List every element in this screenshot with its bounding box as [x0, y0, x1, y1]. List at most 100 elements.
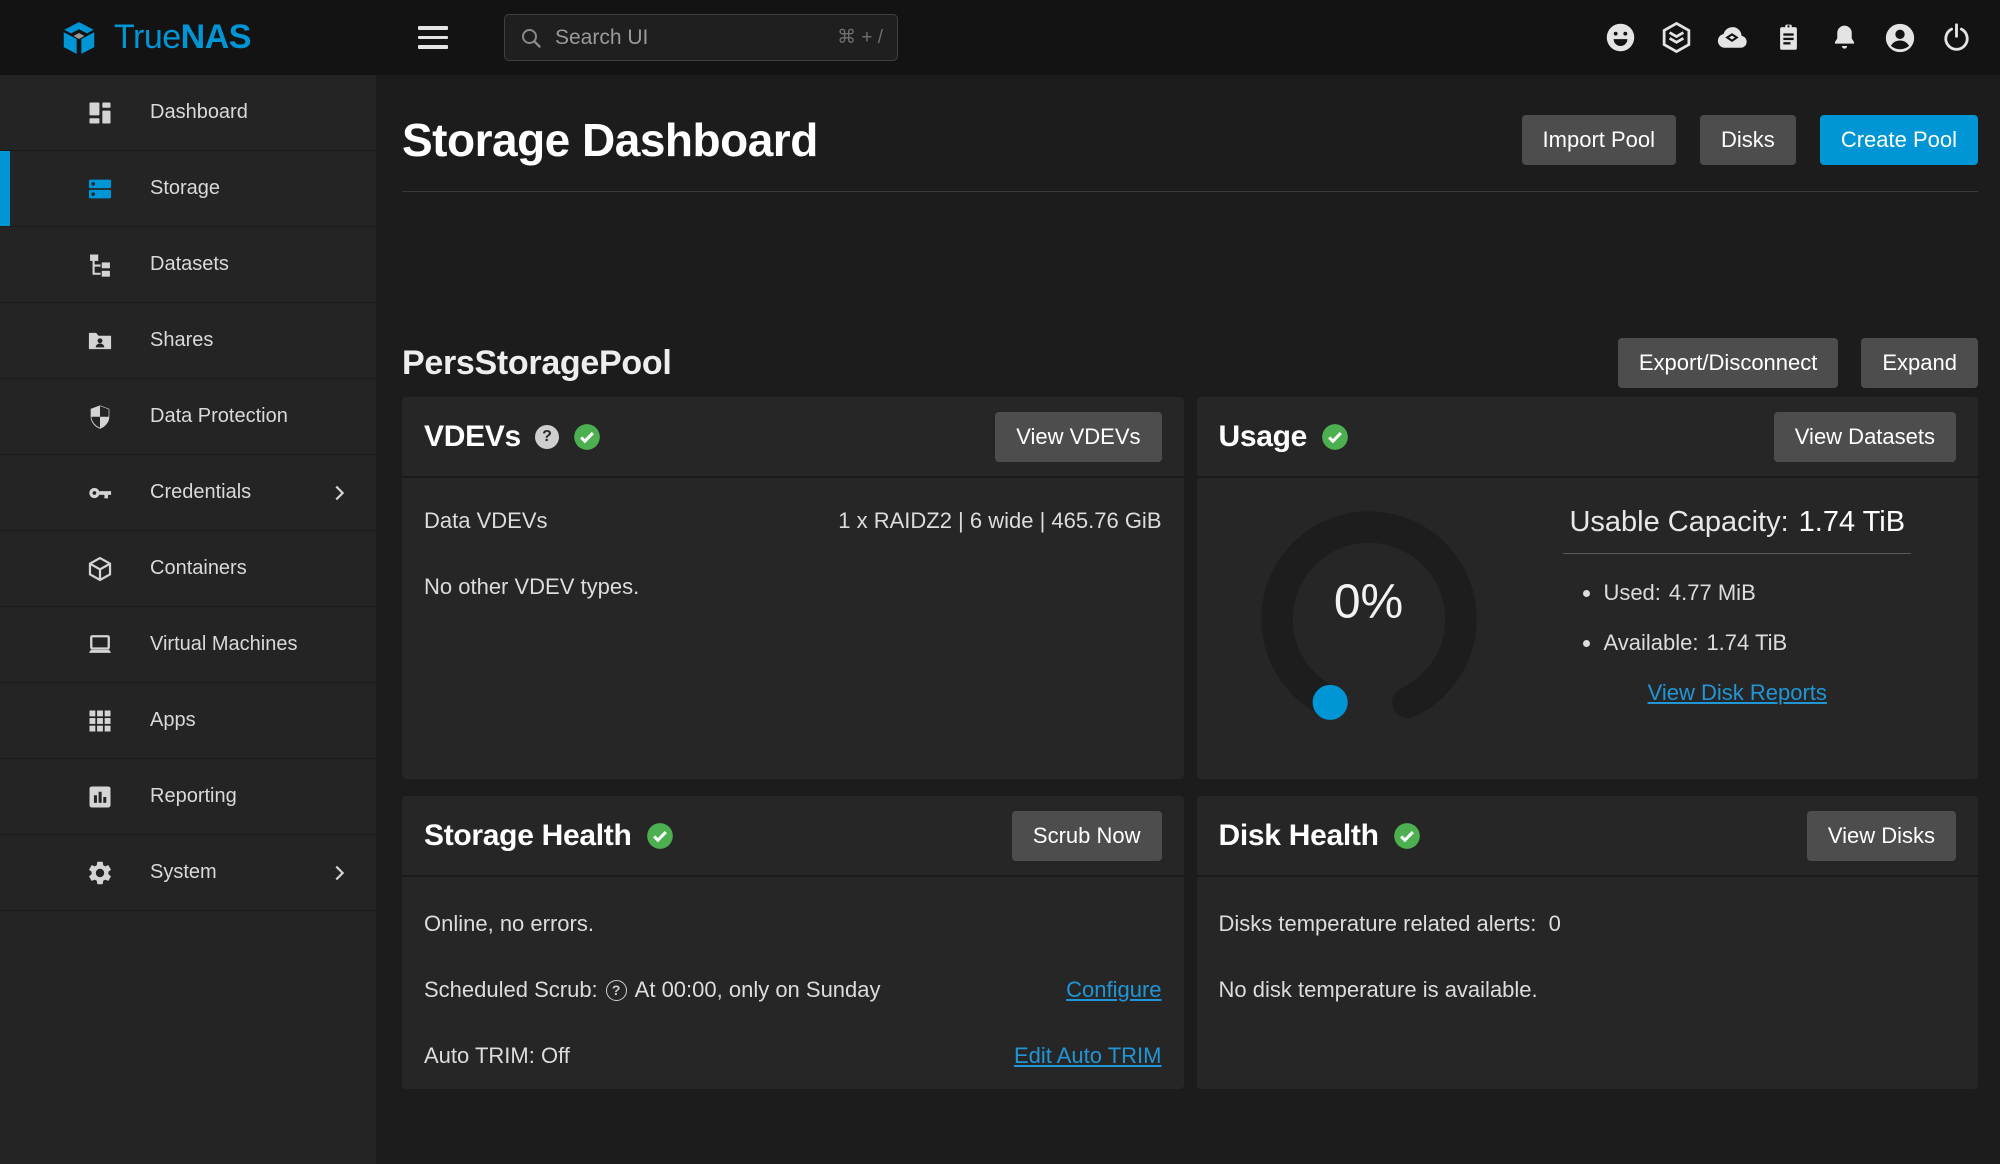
edit-auto-trim-link[interactable]: Edit Auto TRIM: [1014, 1043, 1162, 1069]
disk-health-title: Disk Health: [1219, 819, 1379, 853]
view-disk-reports-link[interactable]: View Disk Reports: [1648, 680, 1827, 705]
scrub-now-button[interactable]: Scrub Now: [1012, 811, 1162, 861]
sidebar-item-data-protection[interactable]: Data Protection: [0, 379, 376, 455]
sidebar-item-label: Containers: [150, 557, 247, 580]
sidebar-item-label: Data Protection: [150, 405, 288, 428]
help-icon[interactable]: ?: [606, 980, 627, 1001]
dashboard-icon: [86, 99, 114, 127]
available-item: Available:1.74 TiB: [1603, 630, 1911, 656]
scheduled-scrub-label: Scheduled Scrub:: [424, 977, 598, 1003]
usage-bullet-list: Used:4.77 MiB Available:1.74 TiB: [1603, 580, 1911, 656]
bar-chart-icon: [86, 783, 114, 811]
sidebar-item-label: Storage: [150, 177, 220, 200]
healthy-check-icon: [1321, 423, 1349, 451]
gear-icon: [86, 859, 114, 887]
data-vdevs-label: Data VDEVs: [424, 508, 548, 534]
key-icon: [86, 479, 114, 507]
usage-card-title: Usage: [1219, 420, 1308, 454]
truenas-wordmark: TrueNAS: [114, 18, 251, 57]
disk-alerts-value: 0: [1549, 911, 1561, 936]
sidebar-item-system[interactable]: System: [0, 835, 376, 911]
sidebar-item-apps[interactable]: Apps: [0, 683, 376, 759]
truenas-connect-cloud-icon[interactable]: [1710, 16, 1754, 60]
view-vdevs-button[interactable]: View VDEVs: [995, 412, 1161, 462]
usable-capacity: Usable Capacity:1.74 TiB: [1563, 506, 1911, 554]
usage-card: Usage View Datasets 0%: [1197, 397, 1979, 779]
storage-health-title: Storage Health: [424, 819, 632, 853]
disk-health-card: Disk Health View Disks Disks temperature…: [1197, 796, 1979, 1089]
shield-icon: [86, 403, 114, 431]
sidebar-item-datasets[interactable]: Datasets: [0, 227, 376, 303]
disks-button[interactable]: Disks: [1700, 115, 1796, 165]
sidebar-item-label: Apps: [150, 709, 196, 732]
view-datasets-button[interactable]: View Datasets: [1774, 412, 1956, 462]
sidebar-item-virtual-machines[interactable]: Virtual Machines: [0, 607, 376, 683]
jobs-clipboard-icon[interactable]: [1766, 16, 1810, 60]
topbar-icon-group: [1598, 16, 1978, 60]
disk-temp-note: No disk temperature is available.: [1219, 977, 1538, 1003]
disk-alerts-label: Disks temperature related alerts:: [1219, 911, 1537, 936]
sidebar-item-storage[interactable]: Storage: [0, 151, 376, 227]
scheduled-scrub-value: At 00:00, only on Sunday: [635, 977, 881, 1003]
usable-capacity-label: Usable Capacity:: [1569, 506, 1788, 538]
vdevs-card-title: VDEVs: [424, 420, 521, 454]
disk-temp-row: No disk temperature is available.: [1219, 977, 1957, 1003]
healthy-check-icon: [573, 423, 601, 451]
pool-name: PersStoragePool: [402, 344, 671, 383]
sidebar-item-label: Dashboard: [150, 101, 248, 124]
search-shortcut-hint: ⌘ + /: [837, 26, 883, 49]
sidebar-item-label: Shares: [150, 329, 213, 352]
healthy-check-icon: [1393, 822, 1421, 850]
vdevs-note: No other VDEV types.: [424, 574, 1162, 600]
help-icon[interactable]: ?: [535, 425, 559, 449]
auto-trim-row: Auto TRIM: Off Edit Auto TRIM: [424, 1043, 1162, 1069]
export-disconnect-button[interactable]: Export/Disconnect: [1618, 338, 1839, 388]
scheduled-scrub-row: Scheduled Scrub: ? At 00:00, only on Sun…: [424, 977, 1162, 1003]
usage-percent: 0%: [1334, 575, 1403, 630]
storage-health-card: Storage Health Scrub Now Online, no erro…: [402, 796, 1184, 1089]
shares-icon: [86, 327, 114, 355]
search-icon: [519, 26, 543, 50]
pool-status-row: Online, no errors.: [424, 911, 1162, 937]
data-vdevs-value: 1 x RAIDZ2 | 6 wide | 465.76 GiB: [838, 508, 1161, 534]
chevron-right-icon: [328, 862, 350, 884]
storage-icon: [86, 175, 114, 203]
search-input[interactable]: [555, 26, 837, 50]
sidebar-toggle-hamburger-icon[interactable]: [412, 20, 454, 55]
apps-grid-icon: [86, 707, 114, 735]
pool-status: Online, no errors.: [424, 911, 594, 937]
usage-gauge: 0%: [1219, 492, 1519, 740]
used-item: Used:4.77 MiB: [1603, 580, 1911, 606]
alerts-bell-icon[interactable]: [1822, 16, 1866, 60]
expand-button[interactable]: Expand: [1861, 338, 1978, 388]
sidebar-item-shares[interactable]: Shares: [0, 303, 376, 379]
auto-trim-label: Auto TRIM: Off: [424, 1043, 570, 1069]
sidebar: Dashboard Storage Datasets Shares Data P…: [0, 75, 376, 1164]
feedback-smiley-icon[interactable]: [1598, 16, 1642, 60]
user-menu-icon[interactable]: [1878, 16, 1922, 60]
configure-scrub-link[interactable]: Configure: [1066, 977, 1161, 1003]
view-disks-button[interactable]: View Disks: [1807, 811, 1956, 861]
title-divider: [402, 191, 1978, 192]
create-pool-button[interactable]: Create Pool: [1820, 115, 1978, 165]
healthy-check-icon: [646, 822, 674, 850]
gauge-pointer-dot: [1312, 685, 1347, 720]
truenas-logo[interactable]: TrueNAS: [0, 18, 376, 57]
sidebar-item-dashboard[interactable]: Dashboard: [0, 75, 376, 151]
truecommand-icon[interactable]: [1654, 16, 1698, 60]
topbar: TrueNAS ⌘ + /: [0, 0, 2000, 75]
import-pool-button[interactable]: Import Pool: [1522, 115, 1677, 165]
global-search[interactable]: ⌘ + /: [504, 14, 898, 61]
sidebar-item-label: Datasets: [150, 253, 229, 276]
sidebar-item-credentials[interactable]: Credentials: [0, 455, 376, 531]
vdevs-card: VDEVs ? View VDEVs Data VDEVs 1 x RAIDZ2…: [402, 397, 1184, 779]
chevron-right-icon: [328, 482, 350, 504]
sidebar-item-label: Virtual Machines: [150, 633, 297, 656]
truenas-logo-icon: [56, 21, 102, 55]
power-icon[interactable]: [1934, 16, 1978, 60]
sidebar-item-containers[interactable]: Containers: [0, 531, 376, 607]
sidebar-item-reporting[interactable]: Reporting: [0, 759, 376, 835]
sidebar-item-label: Credentials: [150, 481, 251, 504]
sidebar-item-label: Reporting: [150, 785, 237, 808]
disk-alerts-row: Disks temperature related alerts: 0: [1219, 911, 1957, 937]
